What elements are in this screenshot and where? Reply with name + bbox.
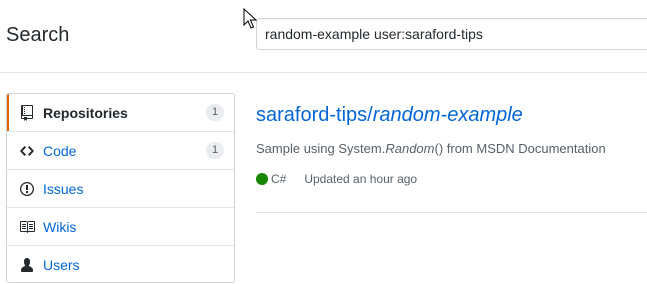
header-divider [0, 72, 647, 73]
repo-name[interactable]: random-example [373, 104, 523, 126]
person-icon [19, 257, 35, 273]
repo-meta: C# Updated an hour ago [256, 172, 647, 186]
result-divider [256, 212, 647, 213]
book-icon [19, 219, 35, 235]
description-suffix: () from MSDN Documentation [434, 141, 606, 156]
search-filter-menu: Repositories 1 Code 1 Issues Wikis Users [6, 93, 235, 283]
count-badge: 1 [206, 142, 224, 159]
menu-item-code[interactable]: Code 1 [7, 132, 234, 170]
menu-item-users[interactable]: Users [7, 246, 234, 282]
description-italic: Random [385, 141, 435, 156]
search-input[interactable] [256, 18, 647, 50]
repo-language: C# [271, 172, 287, 186]
menu-item-repositories[interactable]: Repositories 1 [7, 94, 234, 132]
repo-updated: Updated an hour ago [304, 172, 418, 186]
menu-item-issues[interactable]: Issues [7, 170, 234, 208]
menu-item-label: Issues [43, 180, 84, 197]
page-title: Search [6, 24, 70, 46]
mouse-cursor-icon [243, 7, 258, 35]
repo-icon [19, 104, 35, 121]
menu-item-label: Wikis [43, 218, 77, 235]
repo-description: Sample using System.Random() from MSDN D… [256, 141, 647, 156]
repo-link[interactable]: saraford-tips/random-example [256, 104, 647, 127]
repo-result: saraford-tips/random-example Sample usin… [256, 104, 647, 186]
description-prefix: Sample using System. [256, 141, 386, 156]
menu-item-wikis[interactable]: Wikis [7, 208, 234, 246]
repo-owner[interactable]: saraford-tips/ [256, 104, 373, 126]
menu-item-label: Code [43, 142, 77, 159]
count-badge: 1 [206, 104, 224, 121]
issue-icon [19, 181, 35, 197]
menu-item-label: Users [43, 257, 80, 273]
menu-item-label: Repositories [43, 104, 128, 121]
language-color-dot [256, 173, 268, 185]
code-icon [19, 143, 35, 159]
